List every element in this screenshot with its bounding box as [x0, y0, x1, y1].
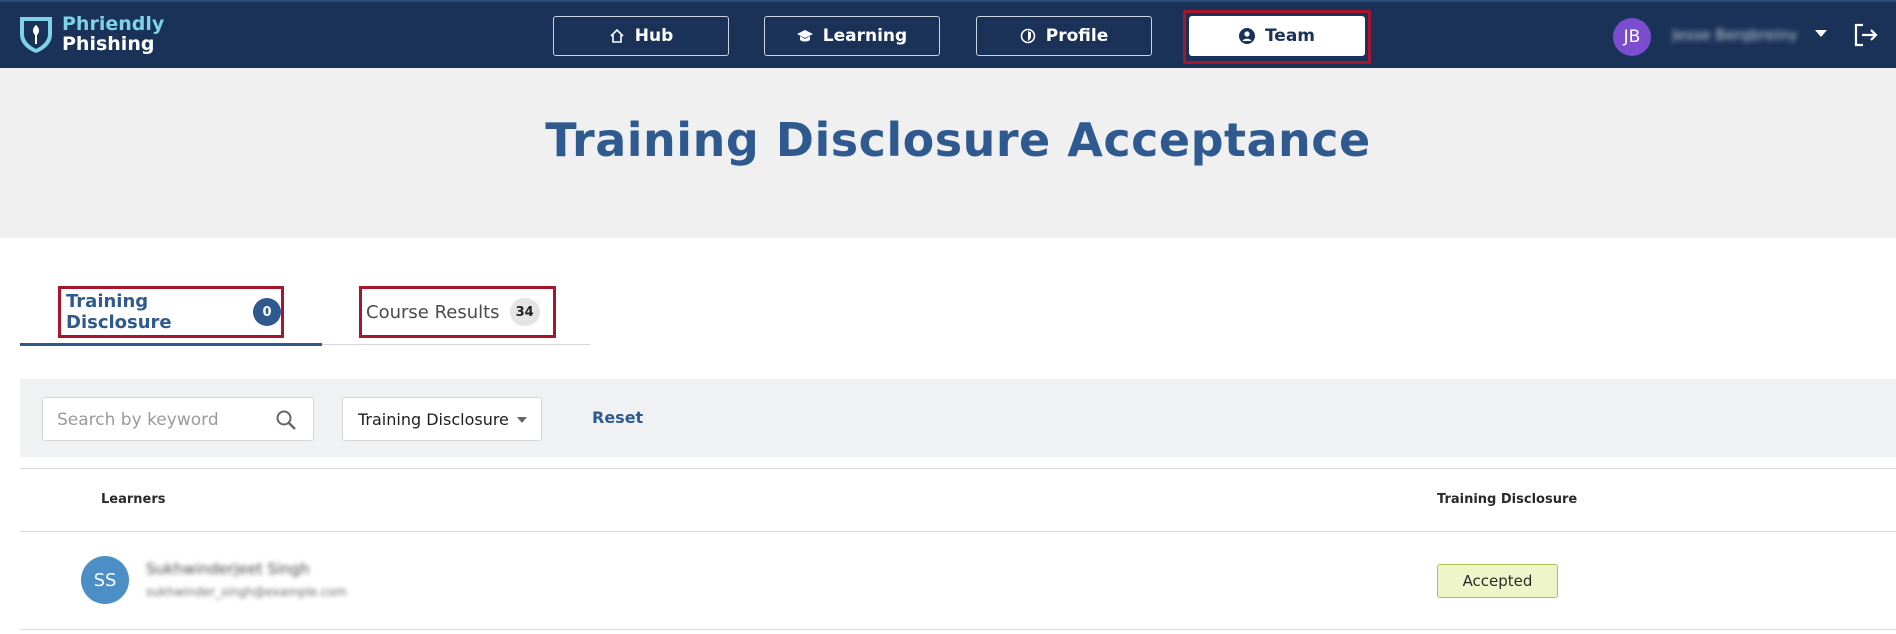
nav-hub-label: Hub [634, 26, 674, 46]
shield-logo-icon [20, 17, 52, 53]
learner-name[interactable]: Sukhwinderjeet Singh [146, 560, 310, 578]
user-name[interactable]: Jesse Bergbreiny [1672, 26, 1804, 42]
learner-email: sukhwinder_singh@example.com [146, 585, 347, 599]
home-icon [610, 28, 624, 43]
nav-profile-label: Profile [1045, 26, 1109, 46]
nav-hub-button[interactable]: Hub [553, 16, 729, 56]
table-top-divider [20, 468, 1896, 469]
tab-training-disclosure-label: Training Disclosure [66, 291, 172, 333]
logout-icon[interactable] [1853, 22, 1879, 48]
table-row-divider [20, 629, 1896, 630]
tab-training-disclosure-count: 0 [253, 298, 281, 326]
tab-course-results-label: Course Results [366, 301, 500, 323]
learner-avatar: SS [81, 556, 129, 604]
user-avatar[interactable]: JB [1613, 18, 1651, 56]
tab-course-results[interactable]: Course Results 34 [359, 286, 556, 338]
nav-learning-label: Learning [822, 26, 908, 46]
brand-line-2: Phishing [62, 33, 155, 55]
column-header-learners[interactable]: Learners [101, 492, 166, 507]
reset-button[interactable]: Reset [592, 408, 643, 427]
user-menu-chevron-down-icon[interactable] [1815, 30, 1827, 37]
status-badge: Accepted [1437, 564, 1558, 598]
nav-learning-button[interactable]: Learning [764, 16, 940, 56]
tab-course-results-count: 34 [509, 298, 540, 326]
disclosure-filter-value: Training Disclosure [358, 409, 509, 429]
search-icon[interactable] [275, 409, 297, 431]
column-header-training-disclosure[interactable]: Training Disclosure [1437, 492, 1577, 507]
shield-half-icon [1020, 28, 1036, 44]
brand-line-1: Phriendly [62, 13, 165, 35]
brand-logo[interactable]: Phriendly Phishing [18, 14, 164, 54]
nav-profile-button[interactable]: Profile [976, 16, 1152, 56]
graduation-cap-icon [796, 30, 813, 42]
top-navigation-bar: Phriendly Phishing Hub Learning Profile … [0, 0, 1896, 68]
page-title: Training Disclosure Acceptance [545, 113, 1371, 167]
active-tab-indicator [20, 343, 322, 346]
disclosure-filter-select[interactable]: Training Disclosure [342, 397, 542, 441]
chevron-down-icon [517, 417, 527, 423]
team-highlight-box [1183, 10, 1371, 64]
search-input[interactable] [57, 410, 257, 430]
search-box[interactable] [42, 397, 314, 441]
table-header-divider [20, 531, 1896, 532]
brand-name: Phriendly Phishing [62, 14, 164, 54]
tab-training-disclosure[interactable]: Training Disclosure 0 [58, 286, 284, 338]
